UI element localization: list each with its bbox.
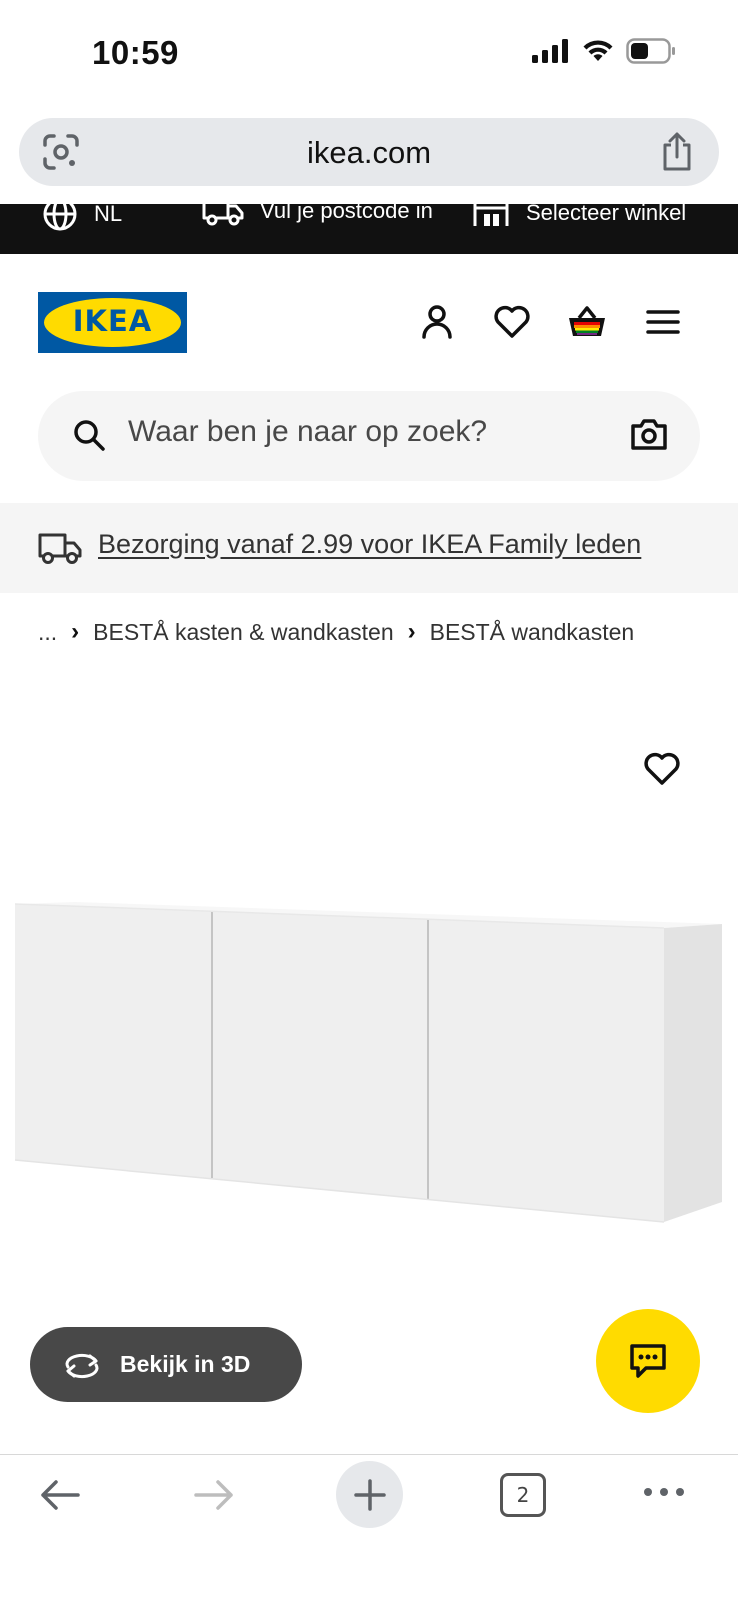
tab-switcher-button[interactable]: 2 [500,1473,546,1517]
shopping-basket-icon[interactable] [567,302,607,342]
back-arrow-icon[interactable] [38,1477,82,1513]
share-icon[interactable] [659,131,695,173]
store-icon [473,204,509,226]
product-image-cabinet [14,902,722,1223]
search-box[interactable] [38,391,700,481]
url-text[interactable]: ikea.com [19,135,719,171]
breadcrumb: ... › BESTÅ kasten & wandkasten › BESTÅ … [38,618,634,646]
store-selector[interactable]: Selecteer winkel [472,204,686,230]
search-input[interactable] [128,415,598,449]
rotate-3d-icon [65,1353,99,1378]
breadcrumb-ellipsis[interactable]: ... [38,619,57,646]
cellular-signal-icon [532,39,568,63]
add-to-favorites-heart-icon[interactable] [644,752,680,786]
chat-support-button[interactable] [596,1309,700,1413]
battery-icon [626,38,675,64]
more-options-icon[interactable] [642,1485,686,1499]
delivery-truck-icon [38,533,82,564]
status-time: 10:59 [92,34,179,71]
address-bar[interactable]: ikea.com [19,118,719,186]
language-label: NL [94,204,123,226]
language-selector[interactable]: NL [42,204,122,232]
postcode-label: Vul je postcode in [260,204,433,223]
chat-icon [630,1344,666,1378]
ikea-logo[interactable]: IKEA [38,292,187,353]
account-icon[interactable] [417,302,457,342]
logo-text: IKEA [72,304,153,338]
wishlist-heart-icon[interactable] [492,302,532,342]
delivery-truck-icon [202,204,244,226]
status-bar: 10:59 [0,0,738,108]
chevron-right-icon: › [71,618,80,645]
breadcrumb-item[interactable]: BESTÅ wandkasten [430,619,635,646]
new-tab-button[interactable] [336,1461,403,1528]
wifi-icon [583,40,613,61]
chevron-right-icon: › [407,618,416,645]
location-strip: NL Vul je postcode in Selecteer winkel [0,204,738,254]
status-icons [532,38,676,64]
breadcrumb-item[interactable]: BESTÅ kasten & wandkasten [93,619,393,646]
menu-hamburger-icon[interactable] [643,302,683,342]
camera-search-icon[interactable] [630,417,668,451]
plus-icon [353,1478,386,1511]
globe-icon [43,204,77,231]
view-in-3d-label: Bekijk in 3D [120,1351,251,1377]
forward-arrow-icon[interactable] [192,1477,236,1513]
store-label: Selecteer winkel [526,204,687,225]
browser-toolbar: 2 [0,1454,738,1600]
postcode-selector[interactable]: Vul je postcode in [202,204,433,226]
delivery-banner: Bezorging vanaf 2.99 voor IKEA Family le… [0,503,738,593]
view-in-3d-button[interactable]: Bekijk in 3D [30,1327,302,1402]
search-icon [74,420,105,451]
delivery-promo-link[interactable]: Bezorging vanaf 2.99 voor IKEA Family le… [98,529,641,560]
